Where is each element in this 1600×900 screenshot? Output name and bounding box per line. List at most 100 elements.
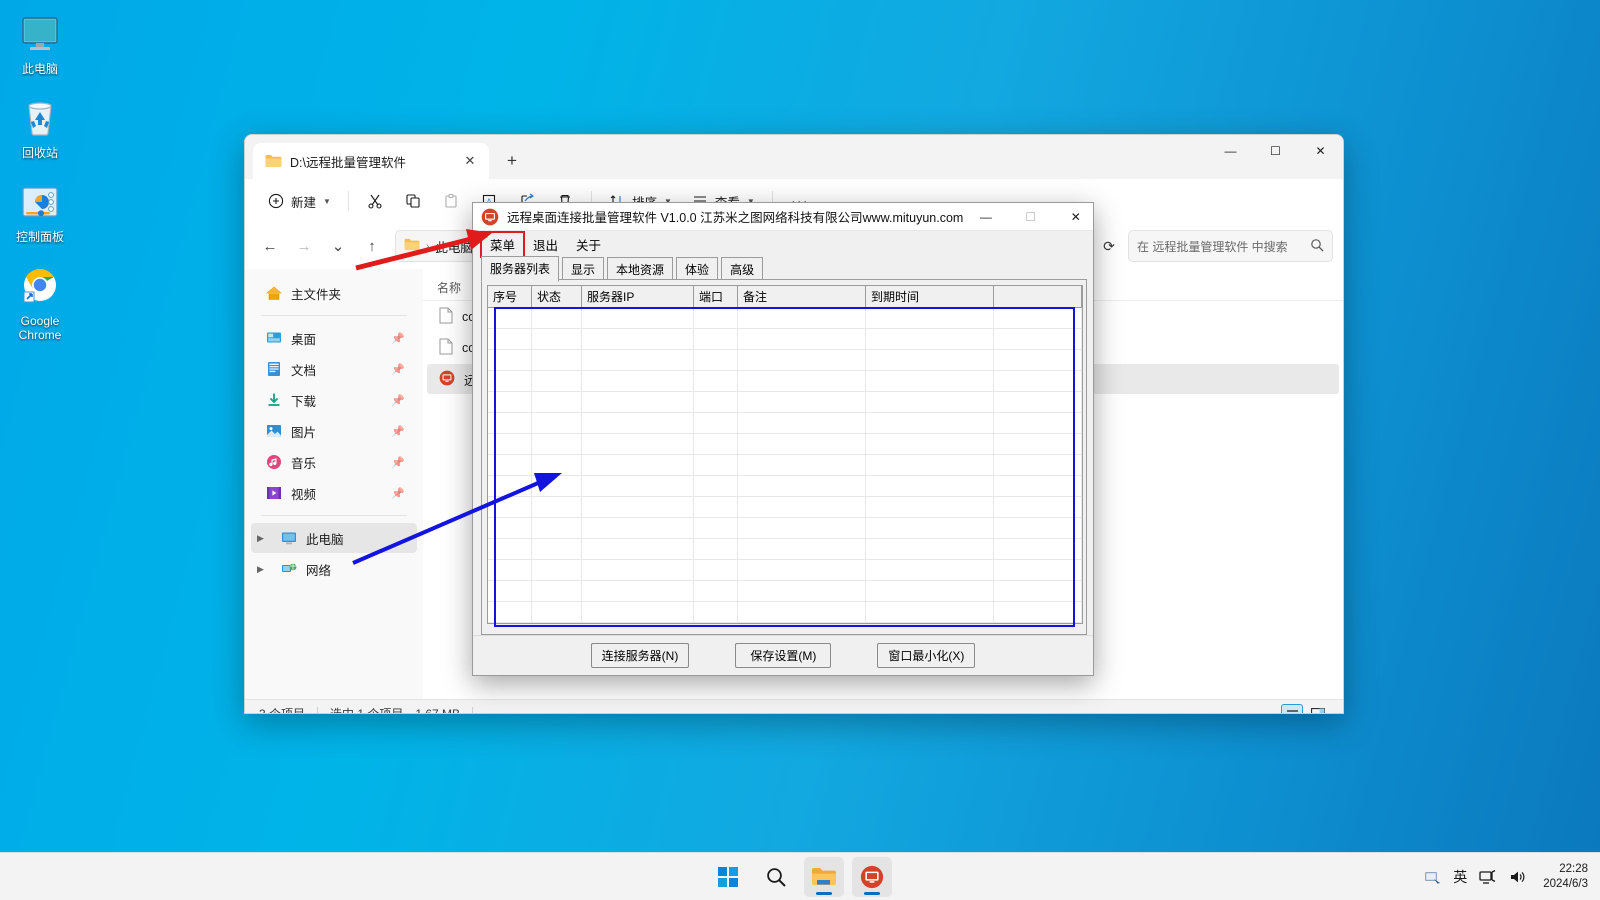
table-cell[interactable] bbox=[532, 329, 582, 349]
table-cell[interactable] bbox=[488, 581, 532, 601]
connect-server-button[interactable]: 连接服务器(N) bbox=[590, 643, 690, 668]
table-cell[interactable] bbox=[866, 602, 994, 622]
table-cell[interactable] bbox=[488, 623, 532, 624]
server-table-body[interactable] bbox=[488, 308, 1082, 624]
pin-icon[interactable]: 📌 bbox=[391, 332, 405, 345]
pin-icon[interactable]: 📌 bbox=[391, 394, 405, 407]
sidebar-item-documents[interactable]: 文档 📌 bbox=[251, 354, 417, 384]
table-cell[interactable] bbox=[582, 455, 694, 475]
table-cell[interactable] bbox=[488, 413, 532, 433]
table-row[interactable] bbox=[488, 350, 1082, 371]
minimize-window-button[interactable]: 窗口最小化(X) bbox=[877, 643, 976, 668]
table-cell[interactable] bbox=[582, 434, 694, 454]
tab-experience[interactable]: 体验 bbox=[676, 257, 719, 281]
sidebar-item-downloads[interactable]: 下载 📌 bbox=[251, 385, 417, 415]
table-cell[interactable] bbox=[582, 539, 694, 559]
column-header-remark[interactable]: 备注 bbox=[738, 286, 866, 307]
sidebar-item-home[interactable]: 主文件夹 bbox=[251, 278, 417, 308]
table-cell[interactable] bbox=[738, 539, 866, 559]
table-cell[interactable] bbox=[582, 308, 694, 328]
ime-language-label[interactable]: 英 bbox=[1453, 867, 1467, 887]
table-cell[interactable] bbox=[488, 329, 532, 349]
table-cell[interactable] bbox=[694, 476, 738, 496]
paste-button[interactable] bbox=[433, 186, 469, 216]
table-cell[interactable] bbox=[488, 392, 532, 412]
table-row[interactable] bbox=[488, 371, 1082, 392]
table-row[interactable] bbox=[488, 497, 1082, 518]
dialog-minimize-button[interactable]: — bbox=[963, 203, 1008, 230]
table-cell[interactable] bbox=[866, 329, 994, 349]
sidebar-item-pictures[interactable]: 图片 📌 bbox=[251, 416, 417, 446]
table-cell[interactable] bbox=[738, 581, 866, 601]
table-cell[interactable] bbox=[738, 623, 866, 624]
table-cell[interactable] bbox=[994, 581, 1082, 601]
table-cell[interactable] bbox=[532, 581, 582, 601]
table-cell[interactable] bbox=[994, 392, 1082, 412]
table-cell[interactable] bbox=[994, 413, 1082, 433]
table-cell[interactable] bbox=[694, 602, 738, 622]
table-cell[interactable] bbox=[532, 371, 582, 391]
new-tab-button[interactable]: + bbox=[497, 146, 527, 176]
table-cell[interactable] bbox=[994, 455, 1082, 475]
table-cell[interactable] bbox=[738, 560, 866, 580]
table-cell[interactable] bbox=[532, 434, 582, 454]
explorer-tab[interactable]: D:\远程批量管理软件 ✕ bbox=[253, 143, 489, 179]
maximize-button[interactable]: ☐ bbox=[1253, 135, 1298, 167]
table-cell[interactable] bbox=[738, 371, 866, 391]
table-cell[interactable] bbox=[488, 518, 532, 538]
table-row[interactable] bbox=[488, 308, 1082, 329]
table-cell[interactable] bbox=[994, 476, 1082, 496]
table-cell[interactable] bbox=[866, 308, 994, 328]
table-cell[interactable] bbox=[694, 497, 738, 517]
menu-item-exit[interactable]: 退出 bbox=[524, 232, 567, 257]
recent-locations-button[interactable]: ⌄ bbox=[323, 231, 353, 261]
column-header-server-ip[interactable]: 服务器IP bbox=[582, 286, 694, 307]
minimize-button[interactable]: — bbox=[1208, 135, 1253, 167]
pin-icon[interactable]: 📌 bbox=[391, 456, 405, 469]
volume-icon[interactable] bbox=[1509, 869, 1527, 885]
network-icon[interactable] bbox=[1479, 869, 1497, 885]
table-cell[interactable] bbox=[994, 329, 1082, 349]
table-cell[interactable] bbox=[532, 623, 582, 624]
table-cell[interactable] bbox=[488, 602, 532, 622]
table-row[interactable] bbox=[488, 560, 1082, 581]
table-cell[interactable] bbox=[738, 602, 866, 622]
column-header-expiry[interactable]: 到期时间 bbox=[866, 286, 994, 307]
copy-button[interactable] bbox=[395, 186, 431, 216]
table-cell[interactable] bbox=[488, 350, 532, 370]
table-cell[interactable] bbox=[866, 434, 994, 454]
table-cell[interactable] bbox=[866, 581, 994, 601]
table-cell[interactable] bbox=[994, 434, 1082, 454]
table-cell[interactable] bbox=[582, 581, 694, 601]
table-row[interactable] bbox=[488, 455, 1082, 476]
dialog-close-button[interactable]: ✕ bbox=[1053, 203, 1098, 230]
table-cell[interactable] bbox=[694, 581, 738, 601]
table-cell[interactable] bbox=[738, 413, 866, 433]
cut-button[interactable] bbox=[357, 186, 393, 216]
table-cell[interactable] bbox=[866, 350, 994, 370]
table-cell[interactable] bbox=[532, 413, 582, 433]
table-cell[interactable] bbox=[866, 518, 994, 538]
save-settings-button[interactable]: 保存设置(M) bbox=[735, 643, 832, 668]
table-cell[interactable] bbox=[582, 413, 694, 433]
new-button[interactable]: 新建 ▼ bbox=[259, 186, 340, 216]
table-cell[interactable] bbox=[532, 497, 582, 517]
table-cell[interactable] bbox=[694, 539, 738, 559]
table-cell[interactable] bbox=[488, 455, 532, 475]
column-header-extra[interactable] bbox=[994, 286, 1082, 307]
table-cell[interactable] bbox=[738, 455, 866, 475]
table-cell[interactable] bbox=[994, 497, 1082, 517]
menu-item-menu[interactable]: 菜单 bbox=[479, 230, 526, 258]
table-cell[interactable] bbox=[694, 350, 738, 370]
table-cell[interactable] bbox=[738, 497, 866, 517]
pin-icon[interactable]: 📌 bbox=[391, 487, 405, 500]
table-cell[interactable] bbox=[488, 371, 532, 391]
table-cell[interactable] bbox=[994, 560, 1082, 580]
column-header-name[interactable]: 名称 bbox=[437, 279, 461, 296]
table-row[interactable] bbox=[488, 539, 1082, 560]
breadcrumb-segment[interactable]: 此电脑 bbox=[435, 237, 473, 256]
sidebar-item-videos[interactable]: 视频 📌 bbox=[251, 478, 417, 508]
table-cell[interactable] bbox=[488, 476, 532, 496]
table-cell[interactable] bbox=[694, 371, 738, 391]
details-view-icon[interactable] bbox=[1281, 703, 1303, 713]
